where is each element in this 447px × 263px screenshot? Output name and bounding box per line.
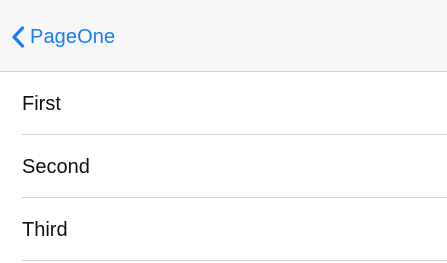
list-item-second[interactable]: Second <box>0 135 447 198</box>
navigation-bar: PageOne <box>0 0 447 72</box>
list-item-label: Third <box>22 219 68 241</box>
list-item-first[interactable]: First <box>0 72 447 135</box>
back-button[interactable]: PageOne <box>11 24 115 50</box>
back-button-label: PageOne <box>30 26 116 48</box>
list-item-label: Second <box>22 156 90 178</box>
list-item-label: First <box>22 93 61 115</box>
table-list: First Second Third <box>0 72 447 261</box>
row-separator <box>22 260 447 261</box>
chevron-left-icon <box>12 26 25 48</box>
list-item-third[interactable]: Third <box>0 198 447 261</box>
screen: PageOne First Second Third <box>0 0 447 263</box>
